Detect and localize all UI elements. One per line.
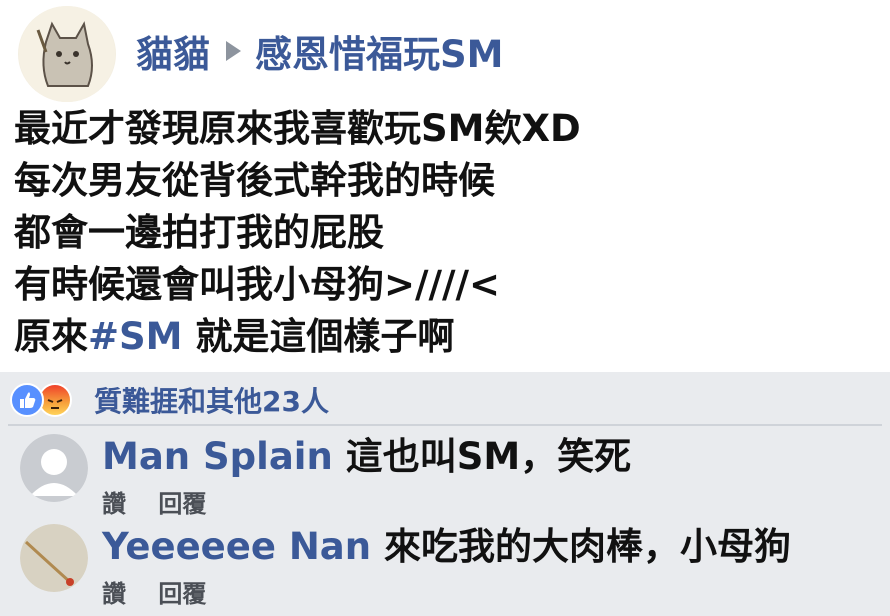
reactions-text[interactable]: 質難捱和其他23人 [94,380,329,420]
comment-body: 來吃我的大肉棒，小母狗 [384,525,792,568]
group-name[interactable]: 感恩惜福玩SM [255,24,503,78]
commenter-avatar[interactable] [20,524,88,592]
comment-item: Man Splain 這也叫SM，笑死 讚 回覆 [20,434,631,519]
post-card: 貓貓 感恩惜福玩SM 最近才發現原來我喜歡玩SM欸XD 每次男友從背後式幹我的時… [0,0,890,372]
reactions-summary[interactable]: 質難捱和其他23人 [10,380,329,420]
like-link[interactable]: 讚 [102,580,126,608]
commenter-name[interactable]: Man Splain [102,435,333,478]
reply-link[interactable]: 回覆 [158,580,206,608]
divider [8,424,882,426]
post-line-text: 就是這個樣子啊 [182,315,455,358]
comments-section: 質難捱和其他23人 Man Splain 這也叫SM，笑死 讚 回覆 Yeeee… [0,372,890,616]
comment-text: Yeeeeee Nan 來吃我的大肉棒，小母狗 [102,524,791,570]
chevron-right-icon [226,41,241,61]
post-line: 最近才發現原來我喜歡玩SM欸XD [14,107,581,150]
comment-actions: 讚 回覆 [102,574,791,609]
comment-item: Yeeeeee Nan 來吃我的大肉棒，小母狗 讚 回覆 [20,524,791,609]
hashtag-link[interactable]: #SM [88,315,182,358]
post-breadcrumb: 貓貓 感恩惜福玩SM [136,24,503,78]
post-line: 都會一邊拍打我的屁股 [14,211,384,254]
reply-link[interactable]: 回覆 [158,490,206,518]
author-avatar[interactable] [18,6,116,102]
commenter-name[interactable]: Yeeeeee Nan [102,525,371,568]
commenter-avatar[interactable] [20,434,88,502]
post-line-text: 原來 [14,315,88,358]
post-line: 每次男友從背後式幹我的時候 [14,159,495,202]
comment-text: Man Splain 這也叫SM，笑死 [102,434,631,480]
post-header: 貓貓 感恩惜福玩SM [18,6,503,102]
post-line: 有時候還會叫我小母狗>////< [14,263,501,306]
comment-content: Man Splain 這也叫SM，笑死 讚 回覆 [102,434,631,519]
post-text: 最近才發現原來我喜歡玩SM欸XD 每次男友從背後式幹我的時候 都會一邊拍打我的屁… [14,103,884,363]
like-link[interactable]: 讚 [102,490,126,518]
author-name[interactable]: 貓貓 [136,24,210,78]
post-line-last: 原來#SM 就是這個樣子啊 [14,311,884,363]
comment-body: 這也叫SM，笑死 [345,435,632,478]
like-icon [10,383,44,417]
comment-content: Yeeeeee Nan 來吃我的大肉棒，小母狗 讚 回覆 [102,524,791,609]
comment-actions: 讚 回覆 [102,484,631,519]
